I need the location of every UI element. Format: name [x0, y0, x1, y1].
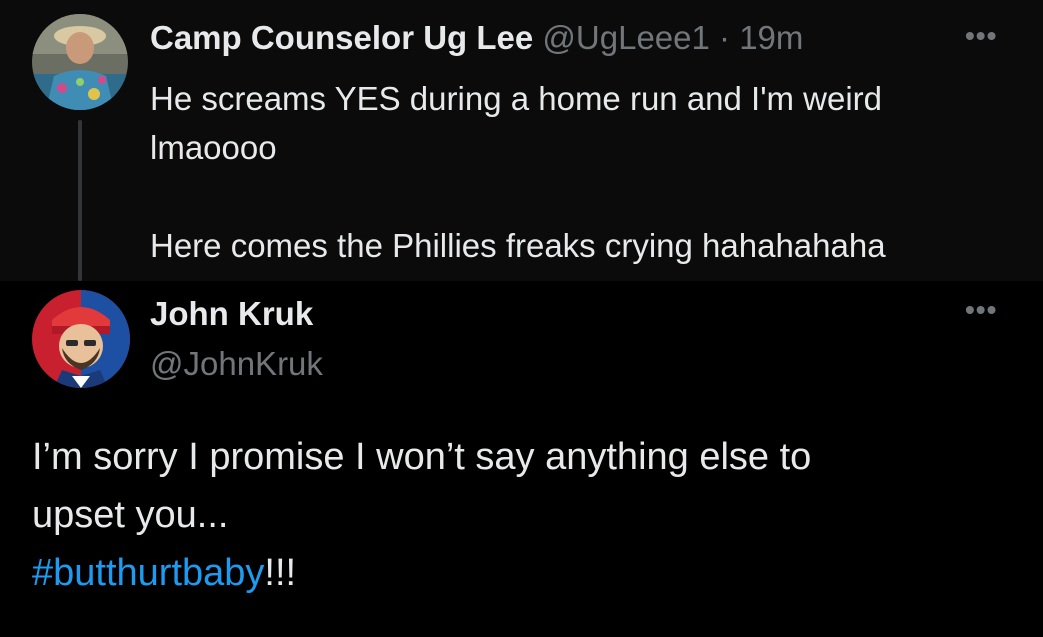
user-handle[interactable]: @UgLeee1	[542, 19, 709, 56]
tweet-text-line: #butthurtbaby!!!	[32, 544, 992, 602]
timestamp[interactable]: 19m	[739, 19, 803, 56]
tweet-text-line: Here comes the Phillies freaks crying ha…	[150, 227, 886, 264]
tweet-text-line: He screams YES during a home run and I'm…	[150, 80, 883, 117]
display-name[interactable]: John Kruk	[150, 294, 313, 334]
tweet-text-line: lmaoooo	[150, 129, 277, 166]
hashtag-link[interactable]: #butthurtbaby	[32, 552, 264, 594]
thread-line	[78, 120, 82, 281]
tweet-text-line: upset you...	[32, 494, 229, 536]
tweet-text-line: I’m sorry I promise I won’t say anything…	[32, 436, 812, 478]
avatar[interactable]	[32, 290, 130, 388]
hashtag-suffix: !!!	[264, 552, 297, 594]
quoted-tweet[interactable]: Camp Counselor Ug Lee @UgLeee1 · 19m •••…	[0, 0, 1043, 281]
tweet-header: Camp Counselor Ug Lee @UgLeee1 · 19m	[150, 18, 803, 58]
display-name[interactable]: Camp Counselor Ug Lee	[150, 19, 533, 56]
separator: ·	[719, 19, 731, 56]
more-horizontal-icon[interactable]: •••	[965, 22, 997, 50]
avatar[interactable]	[32, 14, 128, 110]
tweet-text: I’m sorry I promise I won’t say anything…	[32, 428, 992, 602]
user-handle[interactable]: @JohnKruk	[150, 344, 323, 384]
tweet-text: He screams YES during a home run and I'm…	[150, 74, 1010, 270]
more-horizontal-icon[interactable]: •••	[965, 296, 997, 324]
